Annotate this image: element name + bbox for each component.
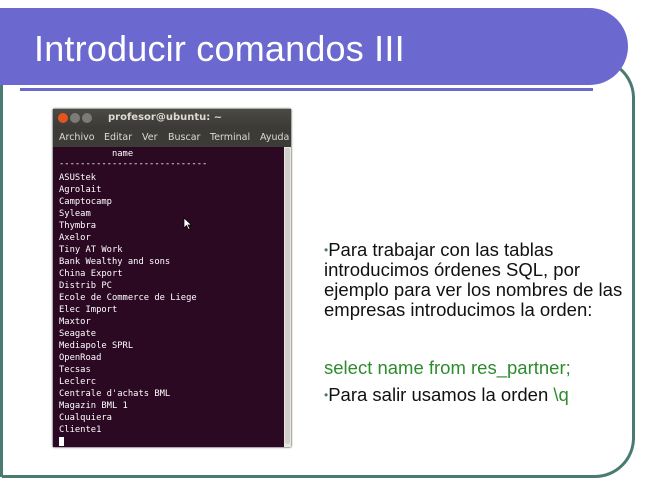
terminal-titlebar[interactable]: profesor@ubuntu: ~ xyxy=(53,109,291,128)
result-row: Axelor xyxy=(59,233,91,243)
result-row: Camptocamp xyxy=(59,197,112,207)
left-border xyxy=(0,85,3,477)
maximize-icon[interactable] xyxy=(82,113,92,123)
terminal-scrollbar[interactable] xyxy=(284,147,291,447)
terminal-window[interactable]: profesor@ubuntu: ~ Archivo Editar Ver Bu… xyxy=(53,109,291,447)
menu-ver[interactable]: Ver xyxy=(142,132,158,143)
title-banner: Introducir comandos III xyxy=(0,8,628,85)
column-header: name xyxy=(59,149,134,159)
result-row: Elec Import xyxy=(59,305,118,315)
result-row: Cliente1 xyxy=(59,425,102,435)
result-row: Seagate xyxy=(59,329,97,339)
terminal-menubar: Archivo Editar Ver Buscar Terminal Ayuda xyxy=(53,128,291,147)
header-separator: ---------------------------- xyxy=(59,159,208,169)
slide-title: Introducir comandos III xyxy=(34,28,405,69)
terminal-output[interactable]: name ---------------------------- ASUSte… xyxy=(53,147,284,447)
text-cursor xyxy=(59,437,64,446)
bullet-text: Para trabajar con las tablas introducimo… xyxy=(324,239,623,320)
menu-buscar[interactable]: Buscar xyxy=(168,132,200,143)
menu-archivo[interactable]: Archivo xyxy=(59,132,95,143)
result-row: Cualquiera xyxy=(59,413,112,423)
result-row: Mediapole SPRL xyxy=(59,341,134,351)
bullet-item: •Para salir usamos la orden \q xyxy=(324,385,569,405)
result-row: Maxtor xyxy=(59,317,91,327)
result-row: Magazin BML 1 xyxy=(59,401,128,411)
scrollbar-thumb[interactable] xyxy=(285,148,290,444)
result-row: Bank Wealthy and sons xyxy=(59,257,171,267)
result-row: Distrib PC xyxy=(59,281,112,291)
result-row: Leclerc xyxy=(59,377,97,387)
result-row: Tiny AT Work xyxy=(59,245,123,255)
title-underline xyxy=(20,88,593,91)
terminal-title: profesor@ubuntu: ~ xyxy=(108,112,223,123)
result-row: Tecsas xyxy=(59,365,91,375)
result-row: Syleam xyxy=(59,209,91,219)
bullet-text: Para salir usamos la orden xyxy=(328,384,554,405)
minimize-icon[interactable] xyxy=(70,113,80,123)
mouse-pointer-icon xyxy=(183,217,193,230)
menu-terminal[interactable]: Terminal xyxy=(210,132,250,143)
result-row: Thymbra xyxy=(59,221,97,231)
result-row: ASUStek xyxy=(59,173,97,183)
result-row: Centrale d'achats BML xyxy=(59,389,171,399)
bullet-item: •Para trabajar con las tablas introducim… xyxy=(324,240,624,320)
result-row: OpenRoad xyxy=(59,353,102,363)
close-icon[interactable] xyxy=(58,113,68,123)
result-row: China Export xyxy=(59,269,123,279)
quit-command: \q xyxy=(553,384,569,405)
slide: Introducir comandos III profesor@ubuntu:… xyxy=(0,0,671,485)
menu-ayuda[interactable]: Ayuda xyxy=(260,132,289,143)
sql-command: select name from res_partner; xyxy=(324,357,571,378)
menu-editar[interactable]: Editar xyxy=(104,132,132,143)
result-row: Ecole de Commerce de Liege xyxy=(59,293,197,303)
result-row: Agrolait xyxy=(59,185,102,195)
